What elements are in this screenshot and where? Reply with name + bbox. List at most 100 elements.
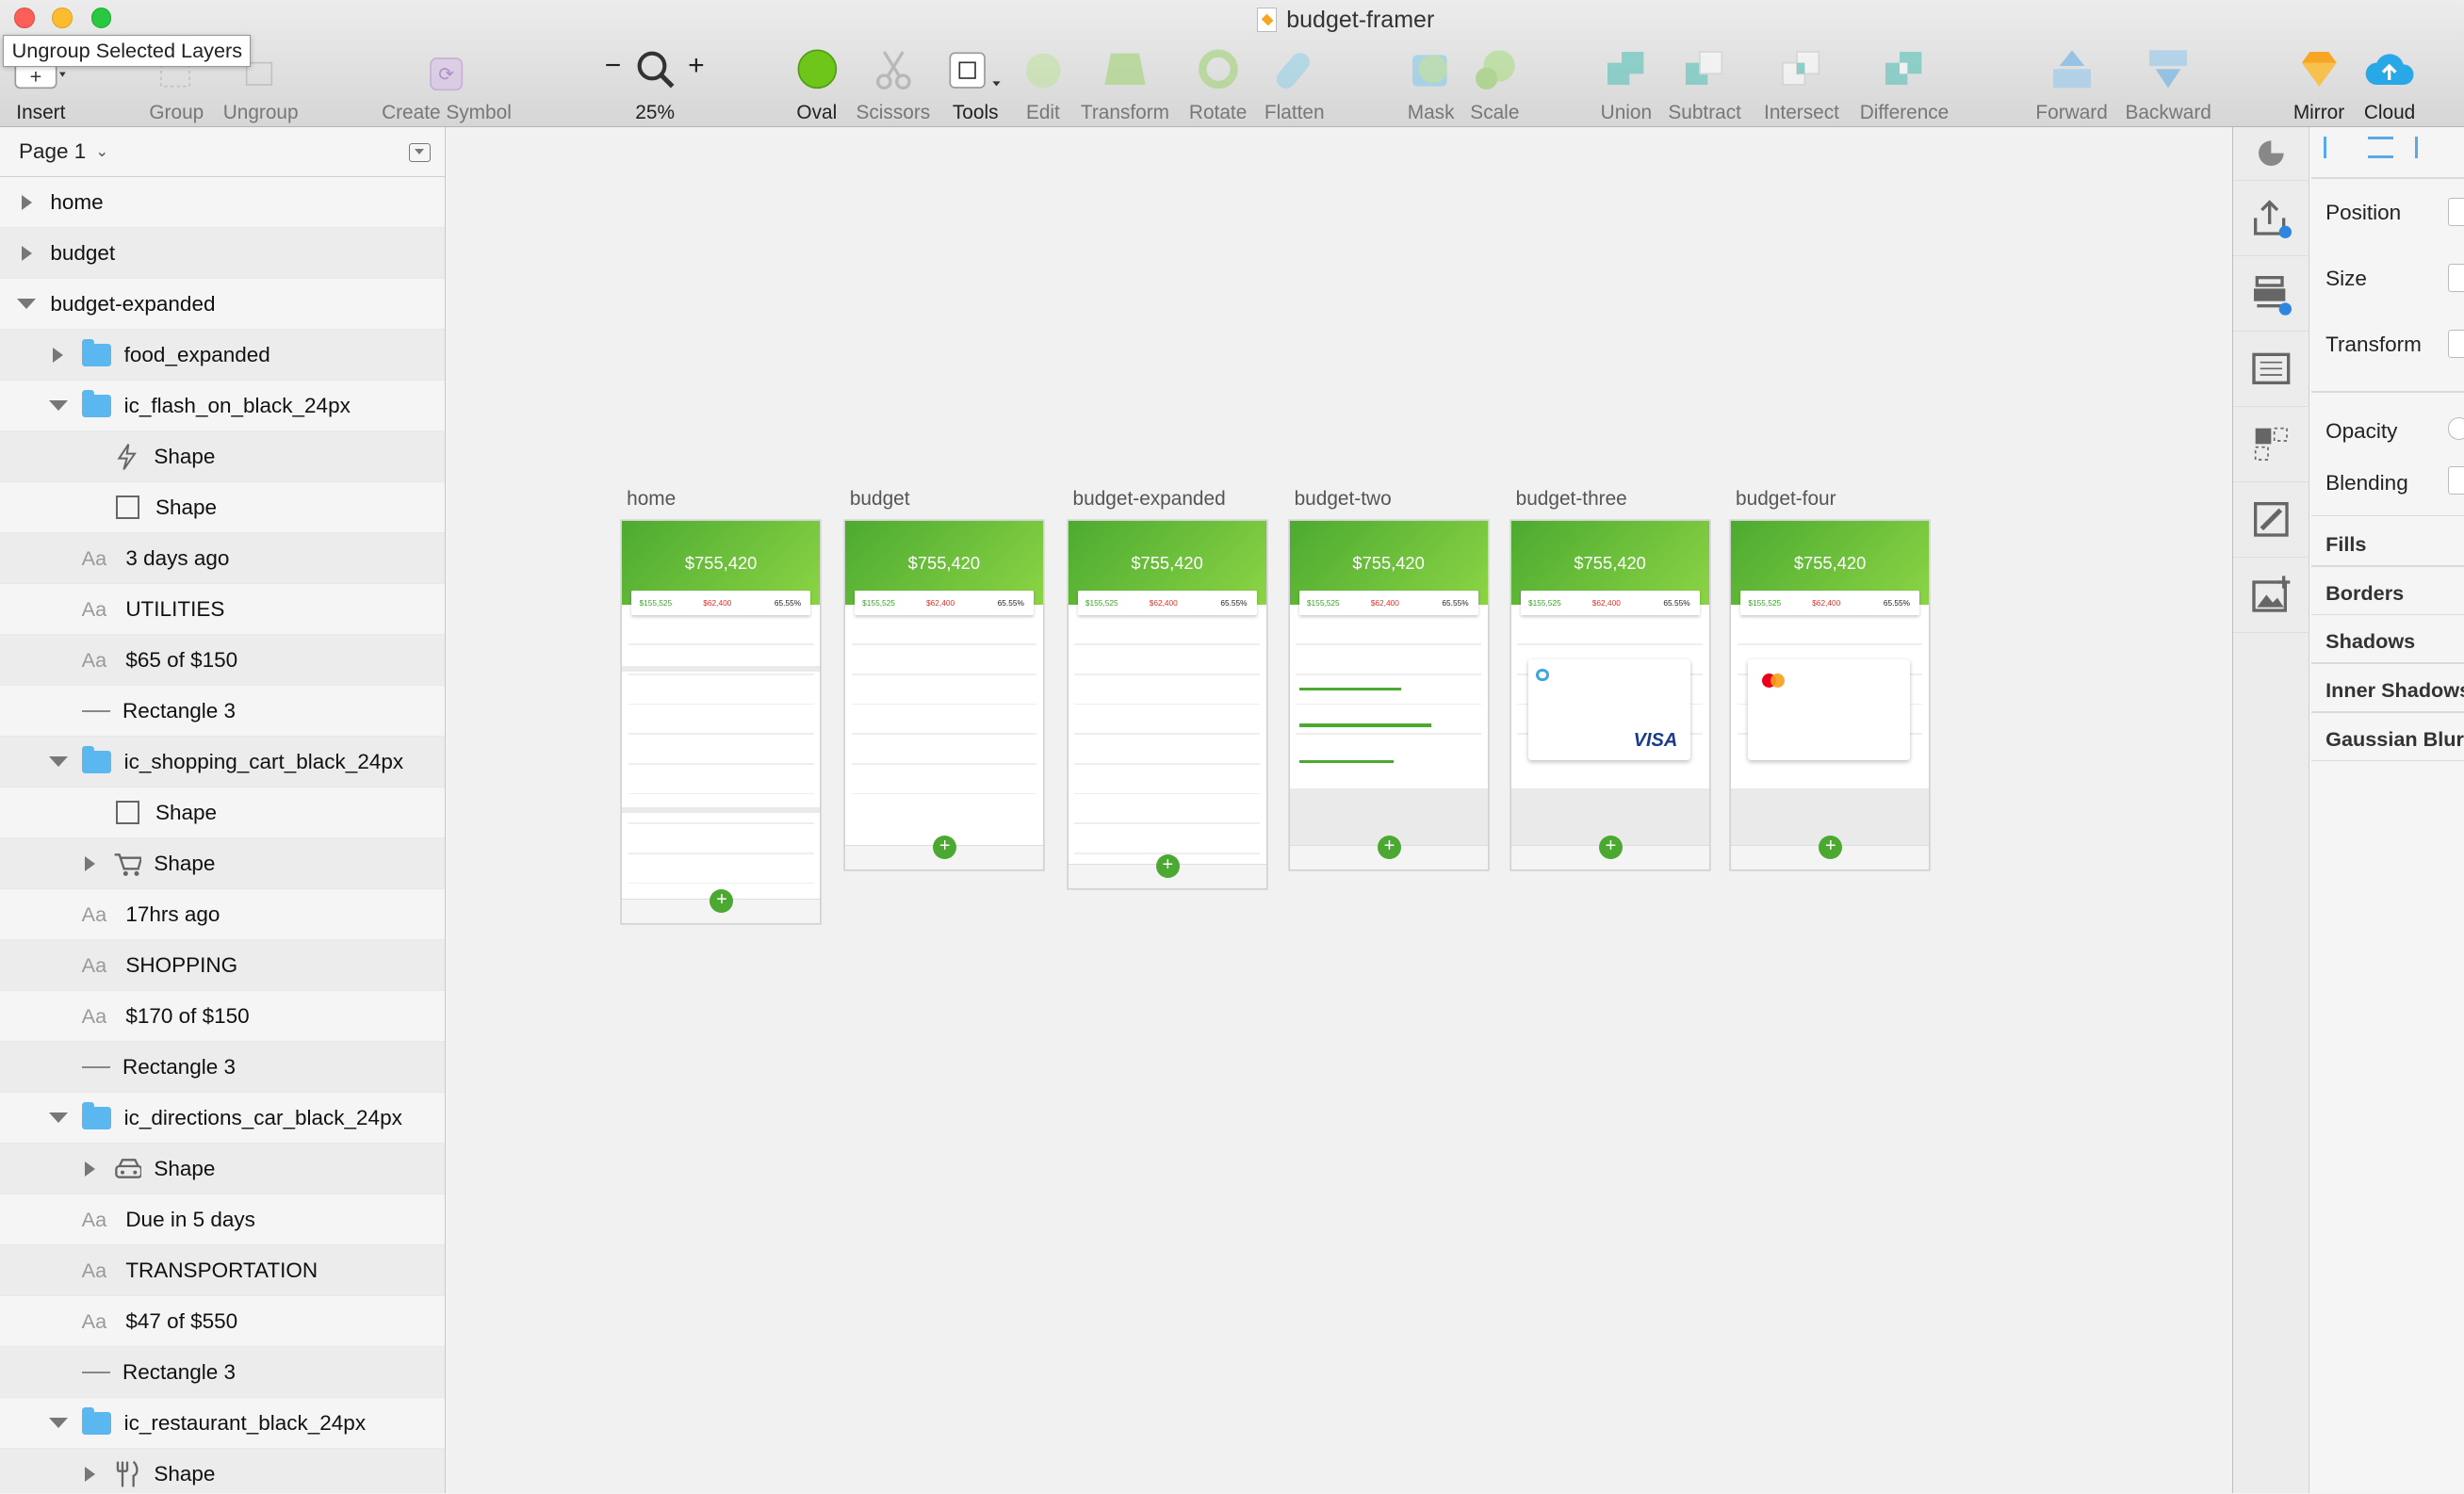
layer-row[interactable]: Aa 17hrs ago	[0, 889, 446, 941]
layer-row[interactable]: ic_flash_on_black_24px	[0, 381, 446, 432]
layer-row[interactable]: ic_shopping_cart_black_24px	[0, 737, 446, 788]
union-button[interactable]: Union	[1601, 44, 1652, 125]
layer-row[interactable]: Aa Due in 5 days	[0, 1194, 446, 1246]
artboard-budget[interactable]: $755,420 $155,525 $62,400 65.55% +	[844, 521, 1043, 870]
layer-row[interactable]: budget	[0, 228, 446, 280]
inner-shadows-section[interactable]: Inner Shadows	[2325, 678, 2464, 703]
layer-row[interactable]: Shape	[0, 1449, 446, 1494]
artboard-label[interactable]: budget-three	[1516, 488, 1627, 511]
zoom-control[interactable]: 25%	[633, 44, 677, 125]
zoom-out-button[interactable]: −	[605, 50, 622, 82]
tools-button[interactable]: Tools	[947, 44, 1004, 125]
rotate-button[interactable]: Rotate	[1189, 44, 1247, 125]
collapse-arrow-icon[interactable]	[47, 1418, 69, 1428]
expand-arrow-icon[interactable]	[47, 347, 69, 363]
layer-row[interactable]: ic_directions_car_black_24px	[0, 1093, 446, 1145]
add-image-icon[interactable]	[2232, 558, 2310, 633]
canvas[interactable]: home $755,420 $155,525 $62,400 65.55% + budget…	[448, 127, 2232, 1494]
layer-row[interactable]: Rectangle 3	[0, 1347, 446, 1399]
page-selector[interactable]: Page 1 ⌄	[0, 127, 446, 178]
layer-row[interactable]: Aa TRANSPORTATION	[0, 1245, 446, 1297]
oval-button[interactable]: Oval	[795, 44, 840, 125]
artboard-label[interactable]: budget	[850, 488, 910, 511]
artboard-budget-three[interactable]: $755,420 $155,525 $62,400 65.55% VISA +	[1510, 521, 1709, 870]
artboard-label[interactable]: budget-two	[1295, 488, 1392, 511]
layer-row[interactable]: ic_restaurant_black_24px	[0, 1398, 446, 1450]
mask-button[interactable]: Mask	[1408, 44, 1455, 125]
create-symbol-button[interactable]: ⟳ Create Symbol	[382, 44, 512, 125]
add-fab-icon[interactable]: +	[710, 888, 734, 913]
artboard-budget-expanded[interactable]: $755,420 $155,525 $62,400 65.55% +	[1068, 521, 1266, 889]
fills-section[interactable]: Fills	[2325, 532, 2366, 557]
layer-row[interactable]: budget-expanded	[0, 279, 446, 331]
zoom-window-button[interactable]	[90, 8, 112, 28]
artboard-label[interactable]: home	[627, 488, 676, 511]
shadows-section[interactable]: Shadows	[2325, 629, 2415, 654]
artboard-budget-four[interactable]: $755,420 $155,525 $62,400 65.55% +	[1731, 521, 1930, 870]
align-center-icon[interactable]	[2368, 137, 2393, 159]
layer-row[interactable]: Shape	[0, 1144, 446, 1195]
zoom-in-button[interactable]: +	[688, 50, 705, 82]
difference-button[interactable]: Difference	[1860, 44, 1949, 125]
scale-button[interactable]: Scale	[1470, 44, 1519, 125]
edit-style-icon[interactable]	[2232, 482, 2310, 558]
collapse-arrow-icon[interactable]	[47, 756, 69, 767]
align-right-icon[interactable]	[2415, 137, 2437, 159]
add-fab-icon[interactable]: +	[933, 835, 957, 859]
layer-row[interactable]: Rectangle 3	[0, 686, 446, 738]
forward-button[interactable]: Forward	[2035, 44, 2108, 125]
flatten-button[interactable]: Flatten	[1265, 44, 1325, 125]
borders-section[interactable]: Borders	[2325, 581, 2404, 606]
collapse-arrow-icon[interactable]	[47, 1112, 69, 1123]
opacity-slider[interactable]	[2448, 417, 2464, 440]
layer-row[interactable]: food_expanded	[0, 330, 446, 382]
transform-button[interactable]: Transform	[1081, 44, 1169, 125]
print-icon[interactable]	[2232, 256, 2310, 332]
minimize-window-button[interactable]	[52, 8, 73, 28]
expand-arrow-icon[interactable]	[78, 855, 100, 871]
backward-button[interactable]: Backward	[2125, 44, 2211, 125]
intersect-button[interactable]: Intersect	[1764, 44, 1839, 125]
layer-row[interactable]: Aa $65 of $150	[0, 635, 446, 687]
expand-arrow-icon[interactable]	[16, 245, 38, 261]
mirror-button[interactable]: Mirror	[2293, 44, 2344, 125]
edit-button[interactable]: Edit	[1021, 44, 1066, 125]
symbol-override-icon[interactable]	[2232, 407, 2310, 482]
blending-select[interactable]	[2448, 466, 2464, 495]
align-left-icon[interactable]	[2324, 137, 2345, 159]
expand-arrow-icon[interactable]	[78, 1466, 100, 1482]
layer-row[interactable]: Rectangle 3	[0, 1042, 446, 1094]
expand-arrow-icon[interactable]	[78, 1161, 100, 1177]
subtract-button[interactable]: Subtract	[1668, 44, 1741, 125]
add-fab-icon[interactable]: +	[1598, 835, 1623, 859]
layer-row[interactable]: home	[0, 177, 446, 229]
size-width-field[interactable]	[2448, 264, 2464, 293]
scissors-button[interactable]: Scissors	[857, 44, 930, 125]
close-window-button[interactable]	[14, 8, 35, 28]
linked-card[interactable]: VISA	[1527, 659, 1690, 760]
layer-row[interactable]: Aa $170 of $150	[0, 991, 446, 1043]
layer-row[interactable]: Shape	[0, 482, 446, 534]
add-fab-icon[interactable]: +	[1377, 835, 1401, 859]
add-fab-icon[interactable]: +	[1155, 853, 1180, 878]
position-x-field[interactable]	[2448, 198, 2464, 227]
layer-row[interactable]: Shape	[0, 838, 446, 890]
export-icon[interactable]	[2232, 181, 2310, 256]
linked-card[interactable]	[1748, 659, 1911, 760]
pie-icon[interactable]	[2232, 127, 2310, 181]
layer-row[interactable]: Aa 3 days ago	[0, 533, 446, 585]
collapse-arrow-icon[interactable]	[47, 400, 69, 411]
collapse-arrow-icon[interactable]	[16, 299, 38, 309]
expand-arrow-icon[interactable]	[16, 194, 38, 210]
layer-row[interactable]: Shape	[0, 788, 446, 839]
rotation-field[interactable]	[2448, 330, 2464, 359]
artboard-label[interactable]: budget-expanded	[1073, 488, 1226, 511]
gaussian-blur-section[interactable]: Gaussian Blur	[2325, 727, 2464, 752]
toggle-pages-icon[interactable]	[409, 142, 432, 162]
layer-row[interactable]: Aa UTILITIES	[0, 584, 446, 636]
artboard-budget-two[interactable]: $755,420 $155,525 $62,400 65.55% +	[1289, 521, 1488, 870]
layer-row[interactable]: Aa $47 of $550	[0, 1296, 446, 1348]
cloud-button[interactable]: Cloud	[2364, 44, 2415, 125]
layout-icon[interactable]	[2232, 332, 2310, 407]
artboard-home[interactable]: $755,420 $155,525 $62,400 65.55% +	[622, 521, 821, 924]
